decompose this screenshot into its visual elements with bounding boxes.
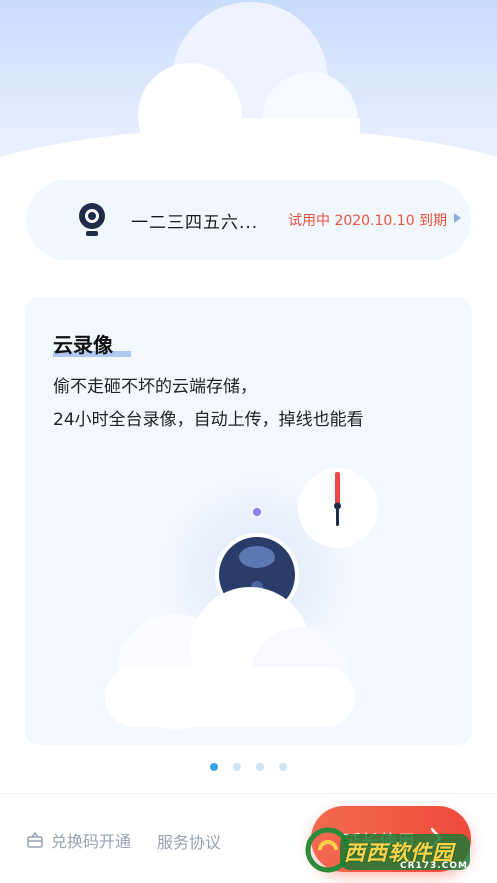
trial-status: 试用中 2020.10.10 到期 [288,213,448,229]
redeem-code-link[interactable]: 兑换码开通 [26,828,131,852]
page-dot[interactable] [209,763,218,771]
feature-title-group: 云录像 [53,329,131,358]
chevron-right-icon [454,213,461,223]
cloud-recording-illustration [105,468,378,730]
page-dot[interactable] [232,763,241,771]
feature-title: 云录像 [53,333,113,357]
page-indicator [0,756,497,775]
page-dot[interactable] [279,763,288,771]
feature-description: 偷不走砸不坏的云端存储， 24小时全台录像，自动上传，掉线也能看 [53,371,364,437]
service-agreement-link[interactable]: 服务协议 [157,829,221,853]
camera-icon [79,203,105,236]
feature-desc-line: 偷不走砸不坏的云端存储， [53,377,257,397]
header-background [0,0,497,170]
device-trial-bar[interactable]: 一二三四五六... 试用中 2020.10.10 到期 [26,180,471,260]
device-name: 一二三四五六... [131,213,259,233]
redeem-label: 兑换码开通 [51,832,132,851]
feature-card: 云录像 偷不走砸不坏的云端存储， 24小时全台录像，自动上传，掉线也能看 [25,297,472,745]
gift-icon [27,831,43,848]
feature-desc-line: 24小时全台录像，自动上传，掉线也能看 [53,410,364,430]
watermark-domain: CR173.COM [400,861,468,871]
footer-divider [0,793,497,794]
page-dot[interactable] [256,763,265,771]
